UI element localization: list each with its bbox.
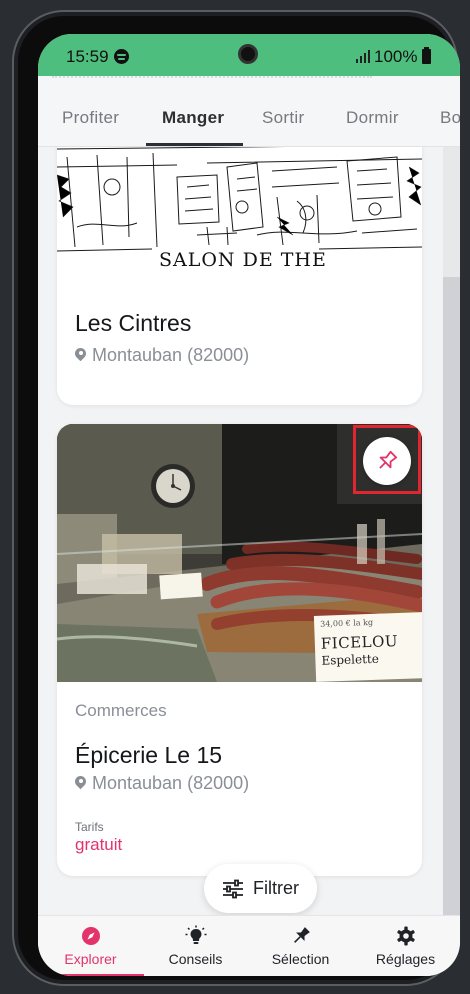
lightbulb-icon — [185, 925, 207, 944]
sliders-icon — [223, 879, 243, 898]
status-bar: 15:59 100% — [38, 34, 460, 76]
sign-price: 34,00 € la kg — [320, 617, 374, 629]
card-location: Montauban (82000) — [75, 773, 249, 794]
category-tabs: Profiter Manger Sortir Dormir Bo — [38, 76, 460, 147]
filter-label: Filtrer — [253, 878, 299, 898]
card-location: Montauban (82000) — [75, 345, 249, 366]
listing-card-epicerie-le-15[interactable]: 34,00 € la kg FICELOU Espelette Commerce… — [57, 424, 422, 876]
nav-label: Réglages — [375, 951, 436, 967]
map-pin-icon — [75, 348, 86, 362]
card-photo-sausages: 34,00 € la kg FICELOU Espelette — [57, 424, 422, 682]
signal-icon — [356, 50, 370, 63]
nav-label: Explorer — [64, 951, 117, 967]
pin-outline-icon — [379, 450, 398, 469]
bottom-navigation: Explorer Conseils Sélection Réglages — [38, 915, 460, 976]
tab-profiter[interactable]: Profiter — [62, 108, 119, 128]
battery-percent: 100% — [374, 47, 418, 66]
nav-selection[interactable]: Sélection — [248, 916, 353, 976]
scrollbar-thumb[interactable] — [443, 277, 460, 915]
location-text: Montauban (82000) — [92, 773, 250, 793]
nav-conseils[interactable]: Conseils — [143, 916, 248, 976]
active-nav-indicator — [38, 974, 144, 976]
front-camera — [238, 44, 258, 64]
filter-button[interactable]: Filtrer — [204, 864, 317, 913]
card-category: Commerces — [75, 701, 167, 720]
pin-to-selection-button[interactable] — [363, 437, 411, 485]
card-image-sketch: SALON DE THE — [57, 147, 422, 272]
tab-sortir[interactable]: Sortir — [262, 108, 304, 128]
sign-product-origin: Espelette — [321, 651, 380, 668]
spotify-icon — [114, 49, 129, 64]
map-pin-icon — [75, 776, 86, 790]
card-title: Épicerie Le 15 — [75, 742, 223, 768]
tab-bo[interactable]: Bo — [440, 108, 460, 128]
listing-card-les-cintres[interactable]: SALON DE THE Les Cintres Montauban (8200… — [57, 147, 422, 405]
tab-dormir[interactable]: Dormir — [346, 108, 399, 128]
scrolled-content-remnant — [52, 76, 372, 82]
listing-content[interactable]: SALON DE THE Les Cintres Montauban (8200… — [38, 147, 460, 915]
price-label: Tarifs — [75, 820, 104, 834]
active-tab-indicator — [146, 143, 243, 146]
status-time: 15:59 — [66, 47, 109, 66]
sign-product-name: FICELOU — [320, 632, 399, 653]
scrollbar[interactable] — [443, 147, 460, 915]
phone-frame: 15:59 100% Profiter Manger Sortir Dormir… — [12, 10, 460, 986]
compass-icon — [82, 927, 100, 945]
screen: 15:59 100% Profiter Manger Sortir Dormir… — [38, 34, 460, 976]
sketch-caption: SALON DE THE — [159, 249, 327, 271]
small-price-sign — [159, 572, 203, 600]
tab-manger[interactable]: Manger — [162, 108, 224, 128]
battery-icon — [422, 47, 431, 64]
gear-icon — [397, 926, 415, 946]
nav-label: Conseils — [168, 951, 223, 967]
price-sign-ficelou: 34,00 € la kg FICELOU Espelette — [313, 612, 422, 682]
nav-label: Sélection — [271, 951, 330, 967]
nav-reglages[interactable]: Réglages — [353, 916, 458, 976]
price-value: gratuit — [75, 835, 123, 854]
nav-explorer[interactable]: Explorer — [38, 916, 143, 976]
location-text: Montauban (82000) — [92, 345, 250, 365]
pin-icon — [294, 927, 310, 943]
card-title: Les Cintres — [75, 310, 192, 336]
